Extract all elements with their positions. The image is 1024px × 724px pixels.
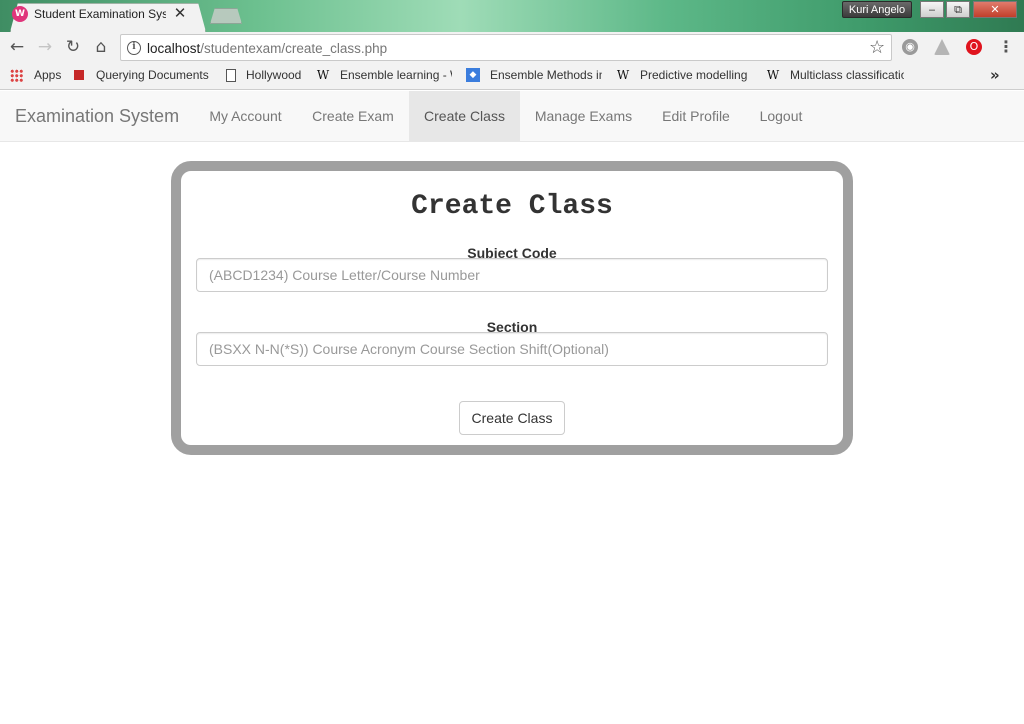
apps-grid-icon[interactable]: [10, 69, 23, 82]
blue-diamond-icon: ◆: [466, 68, 480, 82]
drive-icon[interactable]: [934, 39, 950, 55]
bookmark-hollywood[interactable]: Hollywood: [246, 68, 308, 84]
section-input[interactable]: [196, 332, 828, 366]
browser-toolbar: ← → ↻ ⌂ i localhost/studentexam/create_c…: [0, 32, 1024, 62]
opera-icon[interactable]: O: [966, 39, 982, 55]
navbar-brand[interactable]: Examination System: [15, 106, 179, 127]
window-user-badge[interactable]: Kuri Angelo: [842, 1, 912, 18]
bookmark-ensemble-methods[interactable]: Ensemble Methods in: [490, 68, 602, 84]
wikipedia-icon: W: [766, 68, 780, 82]
tab-title[interactable]: Student Examination System: [34, 7, 166, 23]
window-close-button[interactable]: ✕: [973, 1, 1017, 18]
home-icon[interactable]: ⌂: [90, 36, 112, 58]
bookmark-ensemble-learning[interactable]: Ensemble learning - W: [340, 68, 452, 84]
browser-menu-icon[interactable]: ⋮: [998, 36, 1014, 58]
wikipedia-icon: W: [316, 68, 330, 82]
new-tab-button[interactable]: [210, 8, 242, 24]
bookmark-multiclass-classification[interactable]: Multiclass classificatio: [790, 68, 904, 84]
nav-manage-exams[interactable]: Manage Exams: [520, 91, 647, 141]
restore-button[interactable]: ⧉: [946, 1, 970, 18]
url-host: localhost: [147, 41, 201, 56]
red-square-icon: [74, 70, 84, 80]
nav-create-exam[interactable]: Create Exam: [297, 91, 409, 141]
window-title-bar: W Student Examination System ✕ Kuri Ange…: [0, 0, 1024, 32]
nav-logout[interactable]: Logout: [745, 91, 817, 141]
bookmark-star-icon[interactable]: ☆: [869, 37, 885, 58]
nav-edit-profile[interactable]: Edit Profile: [647, 91, 745, 141]
nav-create-class[interactable]: Create Class: [409, 91, 520, 141]
url-text[interactable]: localhost/studentexam/create_class.php: [147, 41, 387, 56]
subject-code-input[interactable]: [196, 258, 828, 292]
bookmark-querying-documents[interactable]: Querying Documents: [96, 68, 210, 84]
page-icon: [226, 69, 236, 82]
more-bookmarks-chevron-icon[interactable]: »: [990, 66, 1000, 84]
tab-close-icon[interactable]: ✕: [172, 4, 188, 22]
minimize-button[interactable]: ‒: [920, 1, 944, 18]
page-title: Create Class: [411, 191, 613, 222]
bookmarks-bar: Apps Querying Documents Hollywood W Ense…: [0, 62, 1024, 90]
create-class-card: Create Class Subject Code Section Create…: [171, 161, 853, 455]
extension-globe-icon[interactable]: ◉: [902, 39, 918, 55]
tab-favicon-icon: W: [12, 6, 28, 22]
create-class-button[interactable]: Create Class: [459, 401, 565, 435]
info-icon[interactable]: i: [127, 41, 141, 55]
bookmark-apps[interactable]: Apps: [34, 68, 64, 84]
url-path: /studentexam/create_class.php: [200, 41, 388, 56]
nav-my-account[interactable]: My Account: [194, 91, 297, 141]
back-arrow-icon[interactable]: ←: [6, 36, 28, 58]
address-bar[interactable]: i localhost/studentexam/create_class.php…: [120, 34, 892, 61]
wikipedia-icon: W: [616, 68, 630, 82]
bookmark-predictive-modelling[interactable]: Predictive modelling: [640, 68, 750, 84]
app-navbar: Examination System My Account Create Exa…: [0, 91, 1024, 142]
reload-icon[interactable]: ↻: [62, 36, 84, 58]
forward-arrow-icon[interactable]: →: [34, 36, 56, 58]
